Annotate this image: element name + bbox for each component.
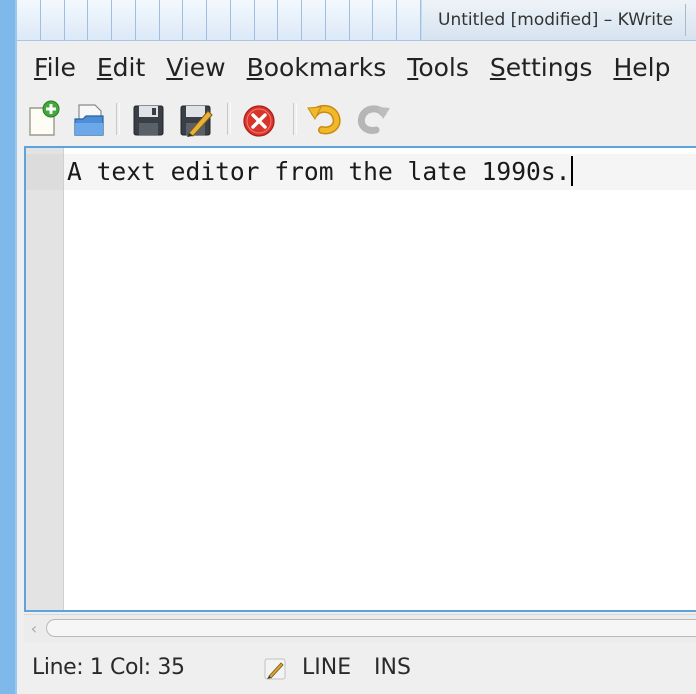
- redo-icon: [357, 105, 390, 134]
- save-icon: [133, 105, 164, 136]
- save-as-icon: [180, 105, 213, 137]
- close-icon: [243, 105, 275, 137]
- menu-settings[interactable]: Settings: [490, 53, 593, 82]
- titlebar-background: [17, 0, 422, 40]
- cursor-position[interactable]: Line: 1 Col: 35: [32, 655, 185, 680]
- editor-gutter[interactable]: [26, 148, 64, 610]
- title-bar[interactable]: Untitled [modified] – KWrite: [17, 0, 696, 41]
- redo-button[interactable]: [353, 99, 393, 139]
- open-document-button[interactable]: [69, 99, 109, 139]
- open-document-icon: [74, 104, 104, 136]
- menu-view[interactable]: View: [166, 53, 225, 82]
- new-document-button[interactable]: [23, 99, 63, 139]
- main-toolbar: [17, 93, 696, 143]
- status-bar: Line: 1 Col: 35 LINE INS: [17, 646, 696, 694]
- scroll-left-arrow-icon[interactable]: ‹: [26, 619, 42, 639]
- editor-text: A text editor from the late 1990s.: [67, 157, 571, 186]
- menu-file[interactable]: File: [34, 53, 76, 82]
- text-caret: [571, 156, 574, 186]
- editor-line-1[interactable]: A text editor from the late 1990s.: [67, 155, 574, 189]
- close-document-button[interactable]: [239, 99, 279, 139]
- window-title-tab[interactable]: Untitled [modified] – KWrite: [422, 0, 696, 40]
- horizontal-scrollbar-handle[interactable]: [46, 619, 696, 637]
- menu-tools[interactable]: Tools: [407, 53, 469, 82]
- window-title: Untitled [modified] – KWrite: [438, 10, 674, 30]
- menu-bar: File Edit View Bookmarks Tools Settings …: [17, 41, 696, 93]
- kwrite-window: Untitled [modified] – KWrite File Edit V…: [15, 0, 696, 694]
- save-button[interactable]: [128, 99, 168, 139]
- editor-area[interactable]: A text editor from the late 1990s.: [24, 146, 696, 612]
- horizontal-scrollbar[interactable]: ‹: [24, 614, 696, 642]
- menu-edit[interactable]: Edit: [97, 53, 145, 82]
- menu-help[interactable]: Help: [613, 53, 670, 82]
- selection-mode-indicator[interactable]: LINE: [302, 655, 351, 680]
- modified-pencil-icon: [262, 656, 288, 682]
- insert-mode-indicator[interactable]: INS: [374, 655, 411, 680]
- undo-button[interactable]: [305, 99, 345, 139]
- new-document-icon: [29, 100, 60, 136]
- save-as-button[interactable]: [175, 99, 215, 139]
- menu-bookmarks[interactable]: Bookmarks: [247, 53, 387, 82]
- undo-icon: [307, 104, 341, 135]
